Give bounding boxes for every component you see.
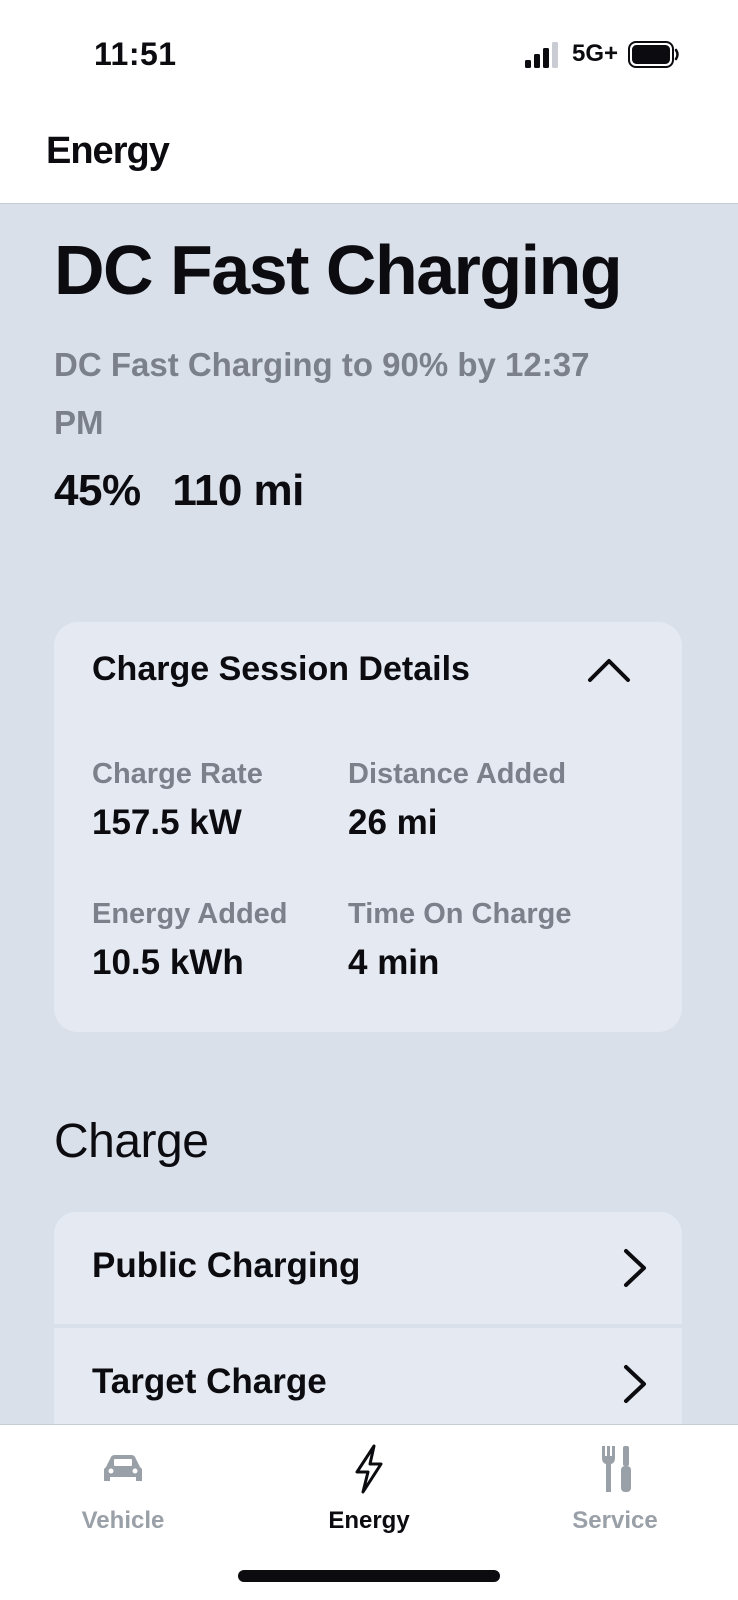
detail-value: 4 min <box>348 943 440 982</box>
header-title: Energy <box>46 130 170 172</box>
charge-section-heading: Charge <box>54 1115 209 1168</box>
tab-label: Service <box>572 1507 658 1534</box>
tab-label: Energy <box>328 1507 410 1534</box>
detail-value: 10.5 kWh <box>92 943 244 982</box>
detail-value: 26 mi <box>348 803 438 842</box>
range-value: 110 mi <box>172 466 304 515</box>
public-charging-item[interactable]: Public Charging <box>54 1212 682 1324</box>
target-charge-item[interactable]: Target Charge <box>54 1328 682 1424</box>
battery-percent: 45% <box>54 466 141 515</box>
home-indicator[interactable] <box>238 1570 500 1582</box>
list-item-label: Target Charge <box>92 1362 327 1401</box>
card-header[interactable]: Charge Session Details <box>54 622 682 718</box>
chevron-right-icon <box>624 1249 646 1287</box>
detail-label: Time On Charge <box>348 898 572 930</box>
card-title: Charge Session Details <box>92 650 470 688</box>
status-time: 11:51 <box>94 36 177 72</box>
charging-status-text: DC Fast Charging to 90% by 12:37 PM <box>54 346 590 441</box>
tab-vehicle[interactable]: Vehicle <box>0 1425 246 1555</box>
detail-energy-added: Energy Added 10.5 kWh <box>92 898 288 983</box>
car-icon <box>104 1455 142 1481</box>
charge-session-details-card: Charge Session Details Charge Rate 157.5… <box>54 622 682 1032</box>
status-bar: 11:51 5G+ <box>0 0 738 110</box>
detail-label: Charge Rate <box>92 758 263 790</box>
detail-distance-added: Distance Added 26 mi <box>348 758 566 843</box>
screen: 11:51 5G+ Energy DC Fast Charging DC Fas… <box>0 0 738 1600</box>
tab-service[interactable]: Service <box>492 1425 738 1555</box>
page-title: DC Fast Charging <box>54 231 623 309</box>
main-content[interactable]: DC Fast Charging DC Fast Charging to 90%… <box>0 204 738 1424</box>
detail-label: Distance Added <box>348 758 567 790</box>
detail-label: Energy Added <box>92 898 288 930</box>
app-header: Energy <box>0 110 738 204</box>
tab-label: Vehicle <box>81 1507 165 1534</box>
chevron-right-icon <box>624 1365 646 1403</box>
bolt-icon <box>355 1444 383 1494</box>
battery-icon <box>628 41 679 68</box>
charge-stats: 45% 110 mi <box>54 466 324 516</box>
wrench-icon <box>602 1446 631 1492</box>
signal-icon <box>525 42 558 68</box>
chevron-up-icon[interactable] <box>584 648 634 692</box>
tab-energy[interactable]: Energy <box>246 1425 492 1555</box>
detail-value: 157.5 kW <box>92 803 242 842</box>
detail-time-on-charge: Time On Charge 4 min <box>348 898 571 983</box>
detail-charge-rate: Charge Rate 157.5 kW <box>92 758 263 843</box>
list-item-label: Public Charging <box>92 1246 361 1285</box>
network-type: 5G+ <box>572 40 619 67</box>
